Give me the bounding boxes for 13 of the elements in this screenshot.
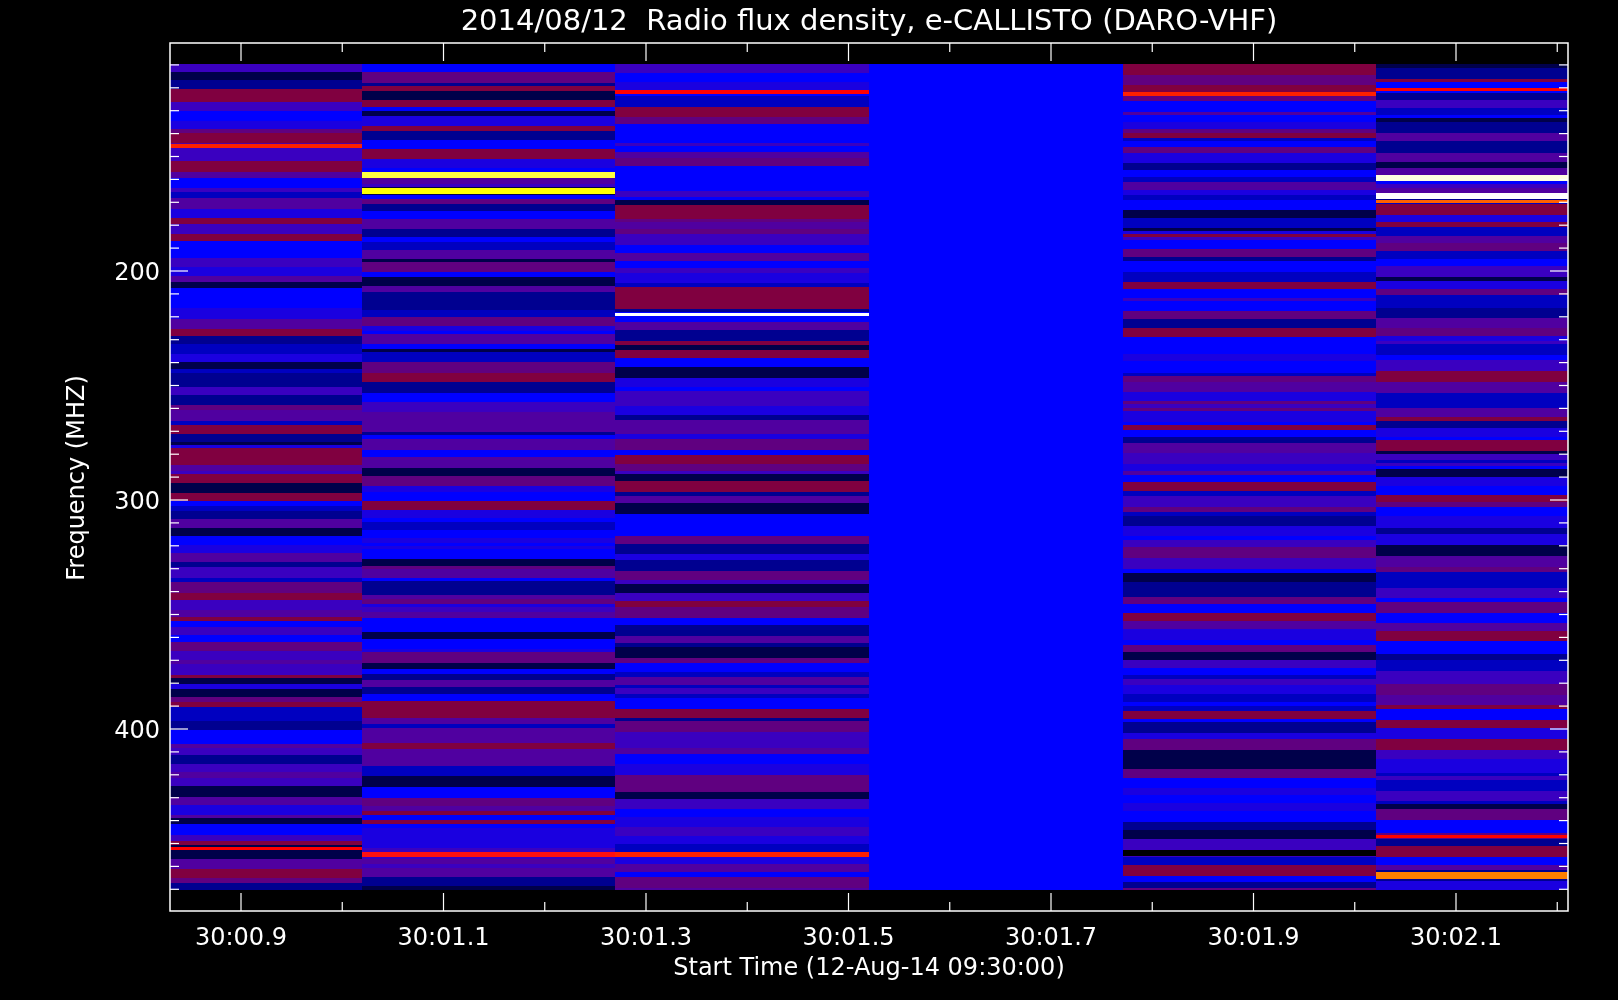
plot-title: 2014/08/12 Radio flux density, e-CALLISTO (DARO-VHF)	[460, 3, 1278, 37]
y-axis-label: Frequency (MHZ)	[62, 375, 90, 581]
x-axis-label: Start Time (12-Aug-14 09:30:00)	[673, 953, 1065, 981]
x-tick-label: 30:01.7	[1004, 923, 1098, 951]
x-tick-label: 30:01.1	[397, 923, 490, 951]
x-tick-label: 30:01.5	[802, 923, 895, 951]
x-tick-label: 30:01.9	[1207, 923, 1300, 951]
x-tick-label: 30:02.1	[1409, 923, 1503, 951]
y-tick-label: 200	[114, 258, 160, 286]
y-tick-label: 400	[114, 716, 160, 744]
x-tick-label: 30:00.9	[194, 923, 288, 951]
y-tick-label: 300	[114, 487, 160, 515]
x-tick-label: 30:01.3	[599, 923, 693, 951]
